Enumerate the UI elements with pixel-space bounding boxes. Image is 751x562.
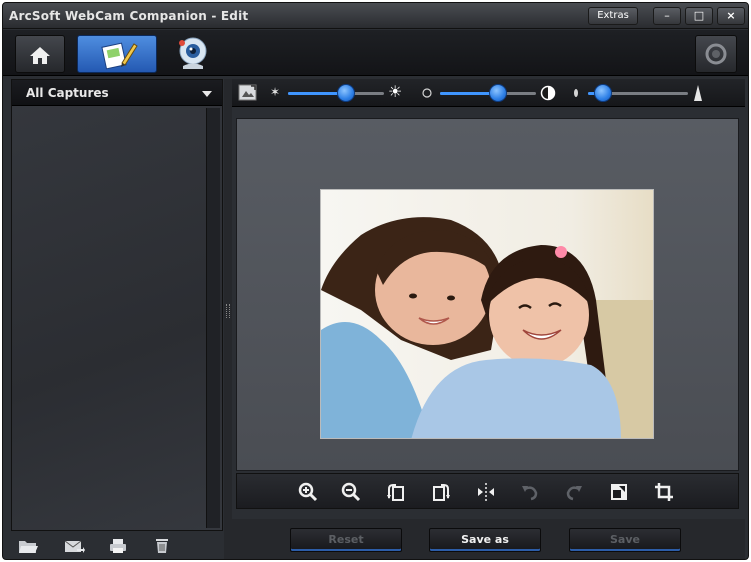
captures-actions xyxy=(11,531,223,559)
splitter-grip[interactable] xyxy=(226,304,230,318)
panel-splitter[interactable] xyxy=(224,79,232,559)
window-title: ArcSoft WebCam Companion - Edit xyxy=(9,9,249,23)
zoom-in-icon[interactable] xyxy=(297,481,319,503)
home-button[interactable] xyxy=(15,35,65,73)
close-button[interactable]: × xyxy=(717,7,745,25)
home-icon xyxy=(30,47,50,64)
save-as-button[interactable]: Save as xyxy=(429,528,541,552)
flip-icon[interactable] xyxy=(475,481,497,503)
adjustment-bar: ✶ ☀ xyxy=(232,79,745,107)
reset-button[interactable]: Reset xyxy=(290,528,402,552)
app-window: ArcSoft WebCam Companion - Edit Extras –… xyxy=(2,2,749,560)
save-button[interactable]: Save xyxy=(569,528,681,552)
contrast-slider[interactable] xyxy=(440,84,536,102)
auto-enhance-icon[interactable] xyxy=(238,83,258,103)
sharpness-high-icon xyxy=(694,85,702,101)
fit-icon[interactable] xyxy=(608,481,630,503)
print-icon[interactable] xyxy=(107,536,129,556)
extras-button[interactable]: Extras xyxy=(588,7,638,25)
delete-icon[interactable] xyxy=(151,536,173,556)
minimize-button[interactable]: – xyxy=(653,7,681,25)
webcam-button[interactable] xyxy=(169,35,219,73)
edit-icon xyxy=(101,42,138,70)
photo-preview xyxy=(320,189,654,439)
sharpness-slider[interactable] xyxy=(588,84,688,102)
maximize-button[interactable]: □ xyxy=(685,7,713,25)
contrast-high-icon xyxy=(540,85,556,101)
crop-icon[interactable] xyxy=(653,481,675,503)
zoom-out-icon[interactable] xyxy=(340,481,362,503)
captures-scrollbar[interactable] xyxy=(206,108,220,528)
sharpness-low-icon xyxy=(574,89,578,97)
redo-icon[interactable] xyxy=(563,481,585,503)
contrast-slider-knob[interactable] xyxy=(489,84,507,102)
rotate-right-icon[interactable] xyxy=(430,481,452,503)
open-folder-icon[interactable] xyxy=(17,536,39,556)
brightness-slider-knob[interactable] xyxy=(337,84,355,102)
undo-icon[interactable] xyxy=(519,481,541,503)
brightness-high-icon: ☀ xyxy=(388,82,403,101)
chevron-down-icon xyxy=(202,91,212,97)
edit-button[interactable] xyxy=(77,35,157,73)
help-button[interactable] xyxy=(695,35,737,73)
help-icon xyxy=(705,43,727,65)
email-icon[interactable] xyxy=(63,536,85,556)
image-canvas[interactable] xyxy=(236,118,739,471)
contrast-low-icon xyxy=(422,88,432,98)
rotate-left-icon[interactable] xyxy=(385,481,407,503)
brightness-slider[interactable] xyxy=(288,84,384,102)
brightness-low-icon: ✶ xyxy=(270,85,281,99)
sharpness-slider-knob[interactable] xyxy=(594,84,612,102)
action-bar: Reset Save as Save xyxy=(232,519,745,559)
edit-toolbar xyxy=(236,473,739,509)
webcam-icon xyxy=(179,37,207,69)
captures-dropdown-label: All Captures xyxy=(26,86,109,100)
title-bar: ArcSoft WebCam Companion - Edit Extras –… xyxy=(3,3,748,29)
captures-dropdown[interactable]: All Captures xyxy=(12,80,222,106)
main-toolbar xyxy=(3,30,748,76)
captures-panel: All Captures xyxy=(11,79,223,531)
